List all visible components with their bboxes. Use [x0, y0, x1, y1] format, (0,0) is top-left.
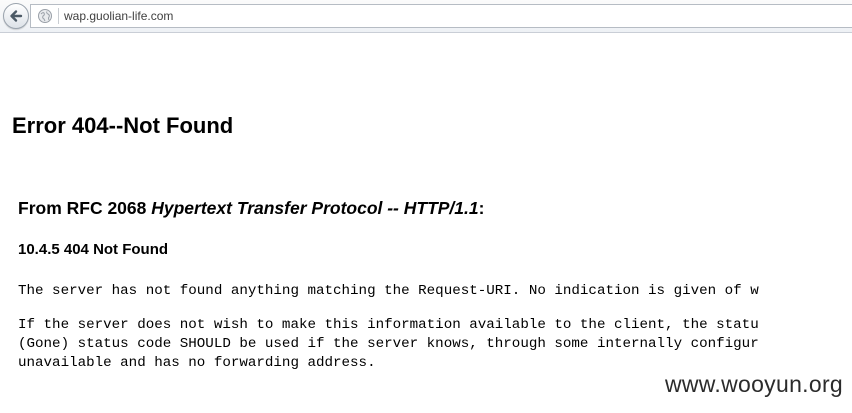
rfc-title: Hypertext Transfer Protocol -- HTTP/1.1: [151, 198, 479, 218]
back-arrow-icon: [10, 10, 23, 22]
rfc-suffix: :: [478, 198, 485, 218]
browser-toolbar: wap.guolian-life.com: [0, 0, 852, 33]
paragraph-line: unavailable and has no forwarding addres…: [18, 355, 376, 371]
section-heading: 10.4.5 404 Not Found: [18, 241, 169, 258]
paragraph-not-found: The server has not found anything matchi…: [18, 283, 759, 299]
url-text[interactable]: wap.guolian-life.com: [64, 8, 173, 24]
page-title: Error 404--Not Found: [12, 113, 234, 138]
address-bar[interactable]: wap.guolian-life.com: [30, 4, 852, 28]
url-separator: [58, 8, 59, 24]
rfc-prefix: From RFC 2068: [18, 198, 152, 218]
back-button[interactable]: [3, 3, 29, 29]
paragraph-gone: If the server does not wish to make this…: [18, 316, 759, 373]
globe-icon: [38, 9, 52, 23]
watermark: www.wooyun.org: [664, 371, 843, 397]
paragraph-line: If the server does not wish to make this…: [18, 317, 759, 333]
rfc-heading: From RFC 2068 Hypertext Transfer Protoco…: [18, 196, 484, 220]
paragraph-line: (Gone) status code SHOULD be used if the…: [18, 336, 759, 352]
